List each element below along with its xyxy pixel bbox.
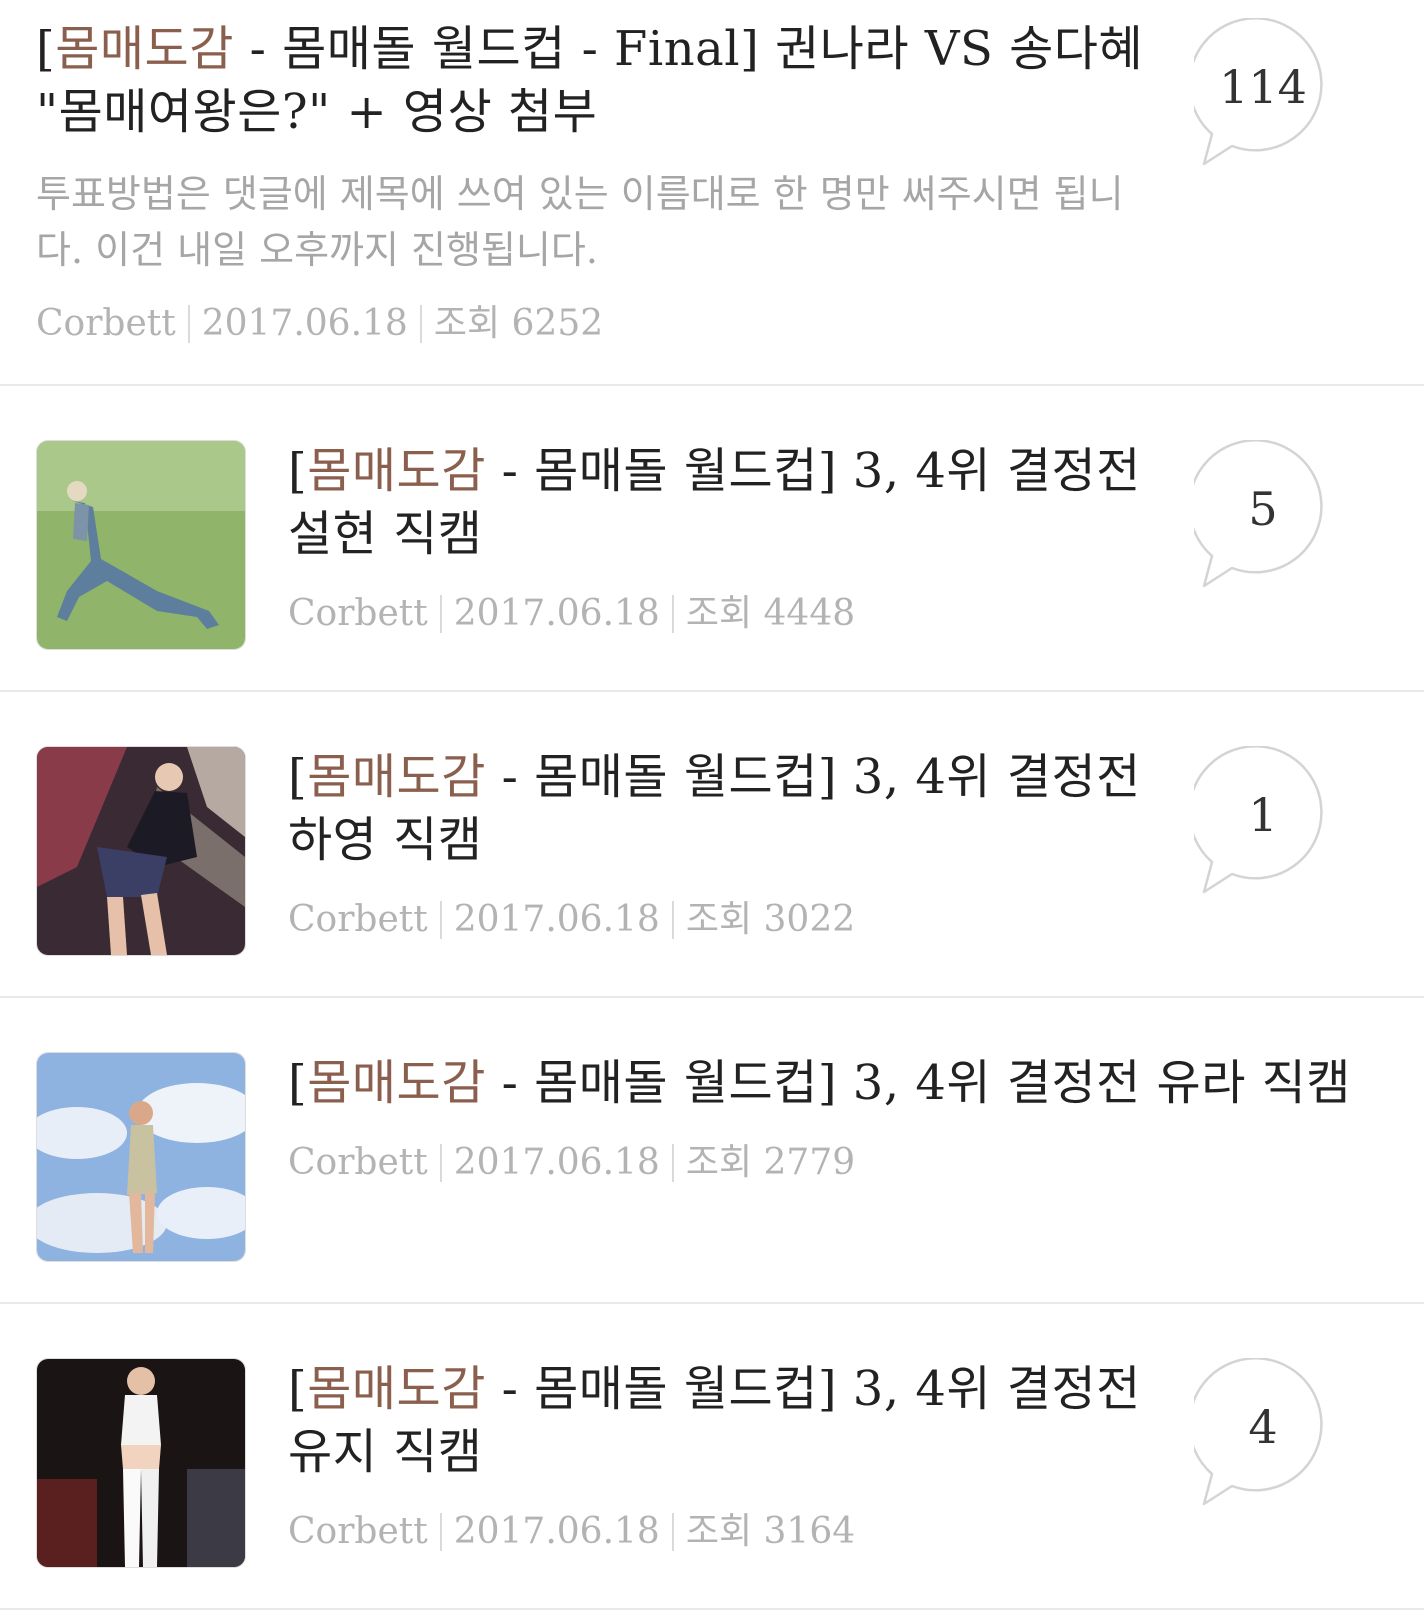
post-views: 조회 4448 [685, 593, 856, 634]
post-date: 2017.06.18 [453, 1511, 660, 1552]
comment-count: 5 [1248, 482, 1278, 536]
post-views: 조회 3022 [685, 899, 856, 940]
meta-divider [439, 901, 442, 939]
photo-thumbnail-icon [37, 747, 245, 955]
post-author: Corbett [36, 303, 176, 344]
post-title[interactable]: [몸매도감 - 몸매돌 월드컵] 3, 4위 결정전 설현 직캠 [288, 440, 1168, 566]
post-thumbnail[interactable] [36, 1358, 246, 1568]
comment-count-badge[interactable]: 114 [1194, 18, 1336, 168]
post-content[interactable]: [몸매도감 - 몸매돌 월드컵] 3, 4위 결정전 유라 직캠 Corbett… [288, 1052, 1388, 1185]
photo-thumbnail-icon [37, 1359, 245, 1567]
post-title-text: - 몸매돌 월드컵] 3, 4위 결정전 유라 직캠 [485, 1055, 1351, 1111]
post-author: Corbett [288, 593, 428, 634]
post-title[interactable]: [몸매도감 - 몸매돌 월드컵] 3, 4위 결정전 유지 직캠 [288, 1358, 1168, 1484]
post-item[interactable]: [몸매도감 - 몸매돌 월드컵 - Final] 권나라 VS 송다혜 "몸매여… [0, 0, 1424, 386]
meta-divider [671, 595, 674, 633]
post-preview: 투표방법은 댓글에 제목에 쓰여 있는 이름대로 한 명만 써주시면 됩니다. … [36, 172, 1124, 272]
meta-divider [187, 305, 190, 343]
post-category: 몸매도감 [307, 1361, 486, 1417]
post-thumbnail[interactable] [36, 1052, 246, 1262]
post-item[interactable]: [몸매도감 - 몸매돌 월드컵] 3, 4위 결정전 하영 직캠 Corbett… [0, 692, 1424, 998]
post-views: 조회 6252 [433, 303, 604, 344]
post-meta: Corbett 2017.06.18 조회 3164 [288, 1510, 1168, 1554]
photo-thumbnail-icon [37, 1053, 245, 1261]
post-item[interactable]: [몸매도감 - 몸매돌 월드컵] 3, 4위 결정전 유라 직캠 Corbett… [0, 998, 1424, 1304]
post-title[interactable]: [몸매도감 - 몸매돌 월드컵] 3, 4위 결정전 유라 직캠 [288, 1052, 1388, 1115]
post-content[interactable]: [몸매도감 - 몸매돌 월드컵] 3, 4위 결정전 하영 직캠 Corbett… [288, 746, 1168, 942]
comment-count-badge[interactable]: 5 [1194, 440, 1336, 590]
meta-divider [419, 305, 422, 343]
post-date: 2017.06.18 [453, 899, 660, 940]
post-author: Corbett [288, 1511, 428, 1552]
post-content[interactable]: [몸매도감 - 몸매돌 월드컵 - Final] 권나라 VS 송다혜 "몸매여… [36, 18, 1166, 346]
post-category: 몸매도감 [307, 443, 486, 499]
post-category: 몸매도감 [307, 749, 486, 805]
meta-divider [439, 595, 442, 633]
post-content[interactable]: [몸매도감 - 몸매돌 월드컵] 3, 4위 결정전 설현 직캠 Corbett… [288, 440, 1168, 636]
comment-count-badge[interactable]: 1 [1194, 746, 1336, 896]
post-category: 몸매도감 [55, 21, 234, 77]
post-title[interactable]: [몸매도감 - 몸매돌 월드컵 - Final] 권나라 VS 송다혜 "몸매여… [36, 18, 1166, 144]
meta-divider [671, 901, 674, 939]
post-item[interactable]: [몸매도감 - 몸매돌 월드컵] 3, 4위 결정전 유지 직캠 Corbett… [0, 1304, 1424, 1610]
comment-count-badge[interactable]: 4 [1194, 1358, 1336, 1508]
post-list: [몸매도감 - 몸매돌 월드컵 - Final] 권나라 VS 송다혜 "몸매여… [0, 0, 1424, 1610]
post-views: 조회 3164 [685, 1511, 856, 1552]
post-meta: Corbett 2017.06.18 조회 6252 [36, 302, 1166, 346]
post-title[interactable]: [몸매도감 - 몸매돌 월드컵] 3, 4위 결정전 하영 직캠 [288, 746, 1168, 872]
post-thumbnail[interactable] [36, 746, 246, 956]
comment-count: 114 [1219, 60, 1307, 114]
post-author: Corbett [288, 1142, 428, 1183]
post-item[interactable]: [몸매도감 - 몸매돌 월드컵] 3, 4위 결정전 설현 직캠 Corbett… [0, 386, 1424, 692]
post-meta: Corbett 2017.06.18 조회 4448 [288, 592, 1168, 636]
post-date: 2017.06.18 [201, 303, 408, 344]
post-meta: Corbett 2017.06.18 조회 2779 [288, 1141, 1388, 1185]
meta-divider [671, 1144, 674, 1182]
post-thumbnail[interactable] [36, 440, 246, 650]
comment-count: 1 [1248, 788, 1278, 842]
post-views: 조회 2779 [685, 1142, 856, 1183]
post-date: 2017.06.18 [453, 1142, 660, 1183]
post-date: 2017.06.18 [453, 593, 660, 634]
post-meta: Corbett 2017.06.18 조회 3022 [288, 898, 1168, 942]
photo-thumbnail-icon [37, 441, 245, 649]
meta-divider [671, 1513, 674, 1551]
post-content[interactable]: [몸매도감 - 몸매돌 월드컵] 3, 4위 결정전 유지 직캠 Corbett… [288, 1358, 1168, 1554]
meta-divider [439, 1144, 442, 1182]
meta-divider [439, 1513, 442, 1551]
comment-count: 4 [1248, 1400, 1278, 1454]
post-author: Corbett [288, 899, 428, 940]
post-category: 몸매도감 [307, 1055, 486, 1111]
